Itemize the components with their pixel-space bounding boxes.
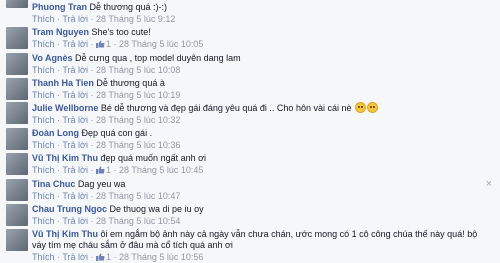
comment-item: Vũ Thị Kim Thu ôi em ngắm bộ ảnh này cả …: [0, 229, 500, 263]
comment-meta: Thích · Trả lời · 28 Tháng 5 lúc 10:54: [32, 216, 181, 226]
comment-body: Đoàn Long Đẹp quá con gái . Thích · Trả …: [32, 128, 478, 151]
comment-text: Đẹp quá con gái .: [81, 128, 153, 138]
comment-text: Bé dễ thương và đẹp gái đáng yêu quá đi …: [100, 103, 352, 113]
reply-link[interactable]: Trả lời: [62, 65, 88, 75]
smiley-emoji-icon: [355, 102, 366, 113]
comment-timestamp[interactable]: 28 Tháng 5 lúc 10:47: [96, 191, 180, 201]
avatar[interactable]: [6, 0, 28, 8]
comment-timestamp[interactable]: 28 Tháng 5 lúc 10:54: [96, 216, 180, 226]
commenter-name[interactable]: Vũ Thị Kim Thu: [32, 229, 98, 239]
comment-meta: Thích · Trả lời · 1 · 28 Tháng 5 lúc 10:…: [32, 252, 204, 262]
comment-body: Phuong Tran Dễ thương quá :)-:) Thích · …: [32, 2, 478, 25]
smiley-emoji-icon: [367, 102, 378, 113]
like-link[interactable]: Thích: [32, 115, 55, 125]
comment-meta: Thích · Trả lời · 28 Tháng 5 lúc 10:36: [32, 140, 181, 150]
comment-text: Dễ thương quá à: [96, 78, 165, 88]
comment-item: Chau Trung Ngoc De thuog wa di pe iu oy …: [0, 204, 500, 228]
comment-meta: Thích · Trả lời · 28 Tháng 5 lúc 10:08: [32, 65, 181, 75]
comment-meta: Thích · Trả lời · 1 · 28 Tháng 5 lúc 10:…: [32, 39, 204, 49]
comment-meta: Thích · Trả lời · 28 Tháng 5 lúc 10:19: [32, 90, 181, 100]
like-link[interactable]: Thích: [32, 90, 55, 100]
avatar[interactable]: [6, 204, 28, 226]
close-icon[interactable]: ×: [486, 179, 492, 190]
like-link[interactable]: Thích: [32, 216, 55, 226]
like-link[interactable]: Thích: [32, 14, 55, 24]
thumbs-up-icon: [95, 166, 105, 174]
comment-body: Vũ Thị Kim Thu ôi em ngắm bộ ảnh này cả …: [32, 229, 478, 263]
comment-timestamp[interactable]: 28 Tháng 5 lúc 10:05: [119, 39, 203, 49]
comment-item: Vũ Thị Kim Thu đẹp quá muốn ngất anh ơi …: [0, 153, 500, 177]
commenter-name[interactable]: Chau Trung Ngoc: [32, 204, 107, 214]
commenter-name[interactable]: Tina Chuc: [32, 179, 75, 189]
comment-text: Dễ cưng qua , top model duyên dang lam: [75, 53, 241, 63]
avatar[interactable]: [6, 128, 28, 150]
thumbs-up-icon: [95, 253, 105, 261]
commenter-name[interactable]: Phuong Tran: [32, 2, 87, 12]
comment-body: Tram Nguyen She's too cute! Thích · Trả …: [32, 27, 478, 50]
comment-item: Phuong Tran Dễ thương quá :)-:) Thích · …: [0, 0, 500, 25]
reply-link[interactable]: Trả lời: [62, 14, 88, 24]
comment-meta: Thích · Trả lời · 28 Tháng 5 lúc 10:32: [32, 115, 181, 125]
commenter-name[interactable]: Tram Nguyen: [32, 27, 89, 37]
reply-link[interactable]: Trả lời: [62, 191, 88, 201]
like-link[interactable]: Thích: [32, 191, 55, 201]
avatar[interactable]: [6, 78, 28, 100]
comment-meta: Thích · Trả lời · 28 Tháng 5 lúc 10:47: [32, 191, 181, 201]
comment-timestamp[interactable]: 28 Tháng 5 lúc 9:12: [96, 14, 175, 24]
avatar[interactable]: [6, 102, 28, 124]
avatar[interactable]: [6, 229, 28, 251]
commenter-name[interactable]: Đoàn Long: [32, 128, 79, 138]
comment-item: Julie Wellborne Bé dễ thương và đẹp gái …: [0, 102, 500, 126]
avatar[interactable]: [6, 153, 28, 175]
avatar[interactable]: [6, 53, 28, 75]
like-link[interactable]: Thích: [32, 65, 55, 75]
reply-link[interactable]: Trả lời: [62, 90, 88, 100]
commenter-name[interactable]: Julie Wellborne: [32, 103, 98, 113]
comment-item: Vo Agnès Dễ cưng qua , top model duyên d…: [0, 53, 500, 77]
comment-text: Dễ thương quá :)-:): [89, 2, 167, 12]
reply-link[interactable]: Trả lời: [62, 39, 88, 49]
reply-link[interactable]: Trả lời: [62, 165, 88, 175]
avatar[interactable]: [6, 179, 28, 201]
comment-text: đẹp quá muốn ngất anh ơi: [100, 153, 206, 163]
comment-meta: Thích · Trả lời · 28 Tháng 5 lúc 9:12: [32, 14, 176, 24]
comment-text: She's too cute!: [91, 27, 151, 37]
like-link[interactable]: Thích: [32, 165, 55, 175]
comment-timestamp[interactable]: 28 Tháng 5 lúc 10:45: [119, 165, 203, 175]
comment-text: Dag yeu wa: [77, 179, 126, 189]
comment-timestamp[interactable]: 28 Tháng 5 lúc 10:32: [96, 115, 180, 125]
like-link[interactable]: Thích: [32, 140, 55, 150]
avatar[interactable]: [6, 27, 28, 49]
comment-item: Thanh Ha Tien Dễ thương quá à Thích · Tr…: [0, 78, 500, 102]
comment-text: De thuog wa di pe iu oy: [109, 204, 204, 214]
reply-link[interactable]: Trả lời: [62, 115, 88, 125]
comment-item: Tram Nguyen She's too cute! Thích · Trả …: [0, 27, 500, 51]
comment-body: Chau Trung Ngoc De thuog wa di pe iu oy …: [32, 204, 478, 227]
commenter-name[interactable]: Vo Agnès: [32, 53, 73, 63]
comment-body: Tina Chuc Dag yeu wa Thích · Trả lời · 2…: [32, 179, 478, 202]
reply-link[interactable]: Trả lời: [62, 216, 88, 226]
comment-meta: Thích · Trả lời · 1 · 28 Tháng 5 lúc 10:…: [32, 165, 204, 175]
commenter-name[interactable]: Vũ Thị Kim Thu: [32, 153, 98, 163]
comment-body: Vo Agnès Dễ cưng qua , top model duyên d…: [32, 53, 478, 76]
like-count[interactable]: 1: [95, 165, 111, 175]
comment-timestamp[interactable]: 28 Tháng 5 lúc 10:19: [96, 90, 180, 100]
like-link[interactable]: Thích: [32, 39, 55, 49]
comment-text: ôi em ngắm bộ ảnh này cả ngày vẫn chưa c…: [32, 229, 478, 250]
thumbs-up-icon: [95, 40, 105, 48]
comment-list: Phuong Tran Dễ thương quá :)-:) Thích · …: [0, 0, 500, 263]
comment-body: Vũ Thị Kim Thu đẹp quá muốn ngất anh ơi …: [32, 153, 478, 176]
comment-body: Julie Wellborne Bé dễ thương và đẹp gái …: [32, 102, 478, 126]
comment-item: Đoàn Long Đẹp quá con gái . Thích · Trả …: [0, 128, 500, 152]
reply-link[interactable]: Trả lời: [62, 140, 88, 150]
comment-timestamp[interactable]: 28 Tháng 5 lúc 10:36: [96, 140, 180, 150]
like-count[interactable]: 1: [95, 39, 111, 49]
commenter-name[interactable]: Thanh Ha Tien: [32, 78, 94, 88]
comment-item: Tina Chuc Dag yeu wa Thích · Trả lời · 2…: [0, 179, 500, 203]
comment-body: Thanh Ha Tien Dễ thương quá à Thích · Tr…: [32, 78, 478, 101]
comment-timestamp[interactable]: 28 Tháng 5 lúc 10:08: [96, 65, 180, 75]
